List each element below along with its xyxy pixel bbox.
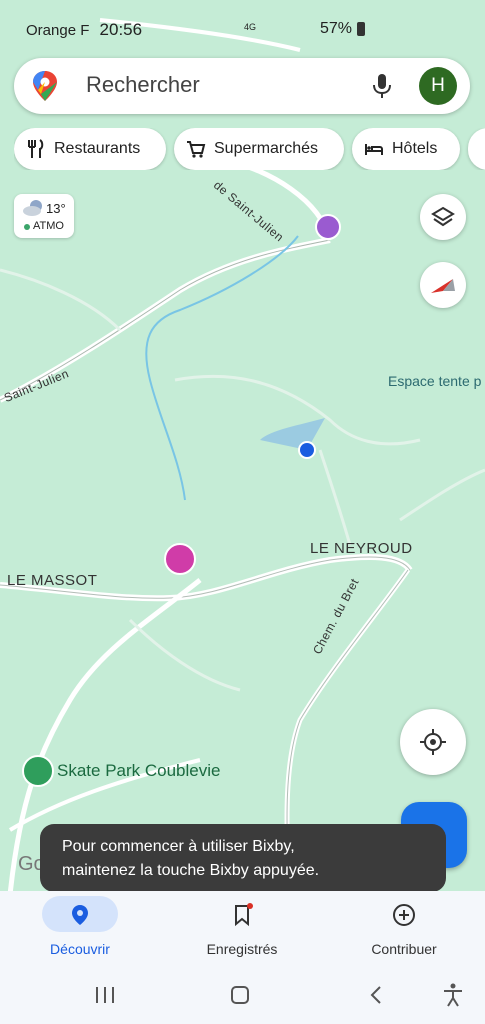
layers-button[interactable] bbox=[420, 194, 466, 240]
system-navigation-bar bbox=[0, 967, 485, 1024]
battery-level: 57% bbox=[320, 20, 353, 37]
compass-icon bbox=[431, 279, 455, 293]
toast-line-2: maintenez la touche Bixby appuyée. bbox=[62, 862, 320, 879]
weather-widget[interactable]: 13° ATMO bbox=[14, 194, 74, 238]
accessibility-icon[interactable] bbox=[442, 983, 464, 1007]
add-circle-icon bbox=[393, 904, 415, 926]
search-input[interactable]: Rechercher bbox=[86, 72, 200, 98]
skate-park-pin-icon[interactable] bbox=[22, 755, 54, 787]
air-quality-label: ATMO bbox=[33, 220, 64, 232]
tab-contribuer[interactable]: Contribuer bbox=[334, 891, 474, 967]
status-bar: Orange F 20:56 4G 57% bbox=[0, 0, 485, 44]
chip-hotels[interactable]: Hôtels bbox=[352, 128, 460, 170]
toast-line-1: Pour commencer à utiliser Bixby, bbox=[62, 838, 295, 855]
battery-icon bbox=[357, 22, 365, 36]
tab-decouvrir[interactable]: Découvrir bbox=[10, 891, 150, 967]
category-chips: Restaurants Supermarchés Hôtels bbox=[14, 128, 485, 170]
label-skate-park[interactable]: Skate Park Coublevie bbox=[57, 761, 220, 781]
place-pin-icon[interactable] bbox=[315, 214, 341, 240]
label-le-neyroud: LE NEYROUD bbox=[310, 540, 413, 557]
location-pin-icon bbox=[72, 905, 88, 925]
mic-icon[interactable] bbox=[372, 72, 392, 100]
chip-more[interactable] bbox=[468, 128, 485, 170]
label-le-massot: LE MASSOT bbox=[7, 572, 98, 589]
recent-apps-icon[interactable] bbox=[94, 985, 116, 1005]
hotel-pin-icon[interactable] bbox=[164, 543, 196, 575]
weather-temperature: 13° bbox=[46, 201, 66, 216]
cart-icon bbox=[187, 141, 206, 158]
bixby-toast: Pour commencer à utiliser Bixby, mainten… bbox=[40, 824, 446, 892]
status-carrier: Orange F 20:56 bbox=[26, 20, 143, 39]
bed-icon bbox=[365, 144, 383, 155]
chip-supermarches[interactable]: Supermarchés bbox=[174, 128, 344, 170]
bookmark-icon bbox=[235, 903, 253, 927]
bottom-navigation: Découvrir Enregistrés Contribuer bbox=[0, 891, 485, 967]
chip-restaurants[interactable]: Restaurants bbox=[14, 128, 166, 170]
home-icon[interactable] bbox=[230, 985, 250, 1005]
back-icon[interactable] bbox=[368, 985, 384, 1005]
air-quality-dot bbox=[24, 224, 30, 230]
maps-logo-icon bbox=[33, 71, 57, 101]
tab-enregistres[interactable]: Enregistrés bbox=[172, 891, 312, 967]
cloud-moon-icon bbox=[23, 200, 42, 216]
avatar[interactable]: H bbox=[419, 67, 457, 105]
my-location-button[interactable] bbox=[400, 709, 466, 775]
status-time: 20:56 bbox=[99, 20, 143, 39]
layers-icon bbox=[431, 206, 455, 227]
search-bar[interactable]: Rechercher H bbox=[14, 58, 470, 114]
status-network: 4G bbox=[244, 22, 257, 32]
label-espace-tente: Espace tente p bbox=[388, 373, 482, 389]
compass-button[interactable] bbox=[420, 262, 466, 308]
crosshair-icon bbox=[420, 729, 446, 755]
fork-knife-icon bbox=[28, 139, 44, 158]
